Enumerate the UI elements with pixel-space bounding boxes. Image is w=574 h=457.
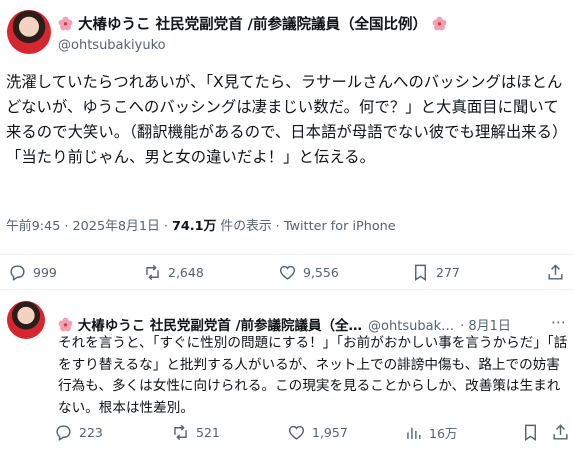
repost-button[interactable]: 2,648: [143, 263, 204, 282]
like-icon: [288, 425, 305, 440]
author-name[interactable]: 大椿ゆうこ 社民党副党首 /前参議院議員（全国比例）: [58, 16, 447, 33]
hibiscus-icon: [58, 317, 73, 332]
like-icon: [279, 265, 296, 280]
avatar[interactable]: [7, 10, 51, 54]
author-name-text: 大椿ゆうこ 社民党副党首 /前参議院議員（全国比例）: [78, 17, 427, 33]
repost-icon: [174, 424, 187, 441]
reply-tweet[interactable]: 大椿ゆうこ 社民党副党首 /前参議院議員（全… @ohtsubak… · 8月1…: [0, 291, 574, 457]
bookmark-icon: [415, 264, 426, 281]
view-count: 74.1万: [171, 219, 217, 234]
reply-icon: [10, 265, 25, 281]
more-icon[interactable]: ⋯: [551, 313, 566, 331]
bookmark-button[interactable]: [521, 423, 540, 442]
action-bar: 223 521 1,957 16万: [0, 419, 574, 449]
like-button[interactable]: 1,957: [287, 423, 348, 442]
tweet-header: 大椿ゆうこ 社民党副党首 /前参議院議員（全… @ohtsubak… · 8月1…: [58, 314, 511, 334]
hibiscus-icon: [58, 16, 73, 31]
author-handle[interactable]: @ohtsubakiyuko: [58, 38, 447, 53]
avatar[interactable]: [7, 301, 45, 339]
reply-icon: [56, 425, 71, 441]
bookmark-count: 277: [436, 265, 460, 280]
share-icon: [553, 424, 568, 440]
views-icon: [407, 427, 421, 439]
tweet-text: 洗濯していたらつれあいが、「X見てたら、ラサールさんへのバッシングはほとんどない…: [6, 73, 568, 166]
repost-count: 2,648: [168, 265, 204, 280]
hibiscus-icon: [432, 16, 447, 31]
share-button[interactable]: [546, 263, 565, 282]
view-label: 件の表示 ·: [216, 219, 284, 234]
like-count: 9,556: [303, 265, 339, 280]
repost-button[interactable]: 521: [171, 423, 220, 442]
repost-icon: [146, 264, 159, 281]
repost-count: 521: [196, 425, 220, 440]
tweet-meta: 午前9:45 · 2025年8月1日 · 74.1万 件の表示 · Twitte…: [6, 215, 396, 234]
tweet-text: それを言うと、「すぐに性別の問題にする！」「お前がおかしい事を言うからだ」「話を…: [58, 335, 568, 416]
tweet-time[interactable]: 午前9:45 · 2025年8月1日 ·: [6, 219, 172, 234]
main-tweet: 大椿ゆうこ 社民党副党首 /前参議院議員（全国比例） @ohtsubakiyuk…: [0, 0, 574, 290]
reply-count: 999: [33, 265, 57, 280]
like-count: 1,957: [312, 425, 348, 440]
author-name[interactable]: 大椿ゆうこ 社民党副党首 /前参議院議員（全…: [58, 314, 362, 334]
tweet-source: Twitter for iPhone: [283, 219, 396, 234]
bookmark-icon: [525, 424, 536, 441]
bookmark-button[interactable]: 277: [411, 263, 460, 282]
author-handle[interactable]: @ohtsubak…: [368, 319, 454, 334]
reply-count: 223: [79, 425, 103, 440]
share-button[interactable]: [551, 423, 570, 442]
tweet-header: 大椿ゆうこ 社民党副党首 /前参議院議員（全国比例） @ohtsubakiyuk…: [58, 13, 447, 53]
tweet-date[interactable]: · 8月1日: [460, 315, 511, 334]
reply-button[interactable]: 223: [54, 423, 103, 442]
share-icon: [548, 264, 563, 280]
reply-button[interactable]: 999: [8, 263, 57, 282]
author-name-text: 大椿ゆうこ 社民党副党首 /前参議院議員（全…: [77, 318, 363, 334]
action-bar: 999 2,648 9,556 277: [0, 254, 574, 290]
like-button[interactable]: 9,556: [278, 263, 339, 282]
view-count: 16万: [429, 426, 458, 441]
views-button[interactable]: 16万: [404, 423, 457, 442]
